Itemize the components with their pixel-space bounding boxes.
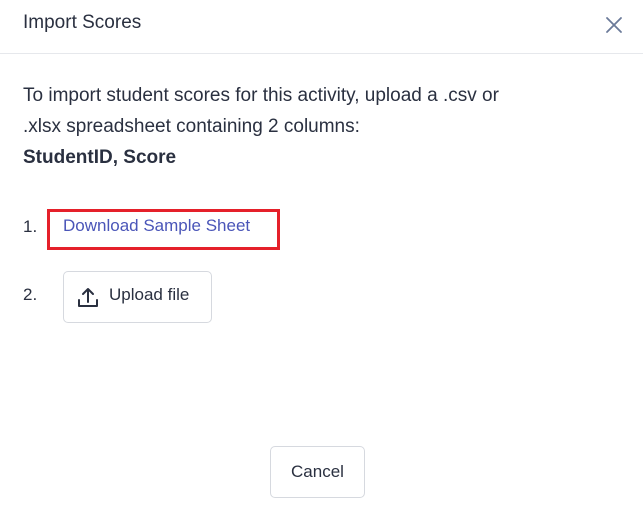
- upload-file-button[interactable]: Upload file: [63, 271, 212, 323]
- dialog-header: Import Scores: [0, 0, 643, 54]
- step-1-number: 1.: [23, 217, 38, 236]
- download-sample-sheet-link[interactable]: Download Sample Sheet: [63, 216, 250, 236]
- step-2-number: 2.: [23, 285, 38, 304]
- upload-icon: [76, 285, 100, 309]
- upload-file-label: Upload file: [109, 285, 190, 304]
- dialog-title: Import Scores: [23, 12, 142, 33]
- instructions-text: To import student scores for this activi…: [23, 85, 499, 137]
- instructions: To import student scores for this activi…: [23, 80, 503, 173]
- cancel-button[interactable]: Cancel: [270, 446, 365, 498]
- required-columns: StudentID, Score: [23, 147, 177, 168]
- close-icon: [606, 17, 622, 33]
- close-button[interactable]: [602, 13, 626, 37]
- import-scores-dialog: Import Scores To import student scores f…: [0, 0, 643, 530]
